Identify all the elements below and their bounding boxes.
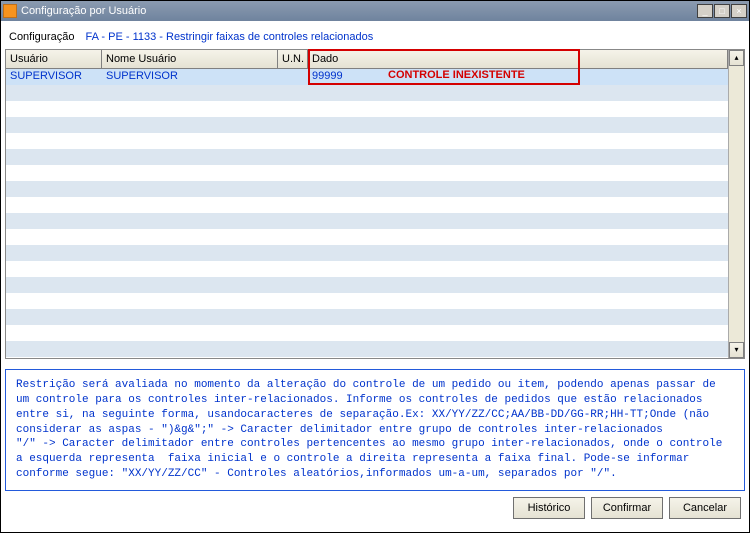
table-row[interactable] — [6, 85, 728, 101]
content-area: Configuração FA - PE - 1133 - Restringir… — [1, 21, 749, 532]
table-row[interactable] — [6, 309, 728, 325]
table-row[interactable] — [6, 149, 728, 165]
titlebar: Configuração por Usuário _ □ × — [1, 1, 749, 21]
config-label: Configuração — [9, 31, 74, 43]
description-box: Restrição será avaliada no momento da al… — [5, 369, 745, 491]
cell-un — [278, 69, 308, 85]
grid-header: Usuário Nome Usuário U.N. Dado — [6, 50, 728, 69]
cell-nome: SUPERVISOR — [102, 69, 278, 85]
app-window: Configuração por Usuário _ □ × Configura… — [0, 0, 750, 533]
window-title: Configuração por Usuário — [21, 5, 697, 17]
table-row[interactable] — [6, 101, 728, 117]
col-nome[interactable]: Nome Usuário — [102, 50, 278, 68]
cancelar-button[interactable]: Cancelar — [669, 497, 741, 519]
table-row[interactable] — [6, 341, 728, 357]
config-value: FA - PE - 1133 - Restringir faixas de co… — [86, 31, 374, 43]
description-text: Restrição será avaliada no momento da al… — [16, 379, 729, 480]
table-row[interactable] — [6, 277, 728, 293]
table-row[interactable] — [6, 261, 728, 277]
col-un[interactable]: U.N. — [278, 50, 308, 68]
cell-dado-value: 99999 — [312, 70, 343, 82]
vertical-scrollbar[interactable]: ▴ ▾ — [728, 50, 744, 358]
table-row[interactable] — [6, 293, 728, 309]
col-usuario[interactable]: Usuário — [6, 50, 102, 68]
table-row[interactable] — [6, 165, 728, 181]
grid: Usuário Nome Usuário U.N. Dado SUPERVISO… — [5, 49, 745, 359]
app-icon — [3, 4, 17, 18]
minimize-button[interactable]: _ — [697, 4, 713, 18]
button-row: Histórico Confirmar Cancelar — [5, 491, 745, 523]
config-row: Configuração FA - PE - 1133 - Restringir… — [5, 25, 745, 49]
table-row[interactable] — [6, 229, 728, 245]
col-dado[interactable]: Dado — [308, 50, 728, 68]
table-row[interactable] — [6, 197, 728, 213]
table-row[interactable] — [6, 117, 728, 133]
maximize-button[interactable]: □ — [714, 4, 730, 18]
historico-button[interactable]: Histórico — [513, 497, 585, 519]
scroll-track[interactable] — [729, 66, 744, 342]
table-row[interactable]: SUPERVISOR SUPERVISOR 99999 — [6, 69, 728, 85]
close-button[interactable]: × — [731, 4, 747, 18]
confirmar-button[interactable]: Confirmar — [591, 497, 663, 519]
cell-usuario: SUPERVISOR — [6, 69, 102, 85]
table-row[interactable] — [6, 213, 728, 229]
cell-dado[interactable]: 99999 — [308, 69, 728, 85]
grid-body: SUPERVISOR SUPERVISOR 99999 — [6, 69, 728, 357]
scroll-up-button[interactable]: ▴ — [729, 50, 744, 66]
scroll-down-button[interactable]: ▾ — [729, 342, 744, 358]
table-row[interactable] — [6, 245, 728, 261]
table-row[interactable] — [6, 133, 728, 149]
table-row[interactable] — [6, 181, 728, 197]
table-row[interactable] — [6, 325, 728, 341]
